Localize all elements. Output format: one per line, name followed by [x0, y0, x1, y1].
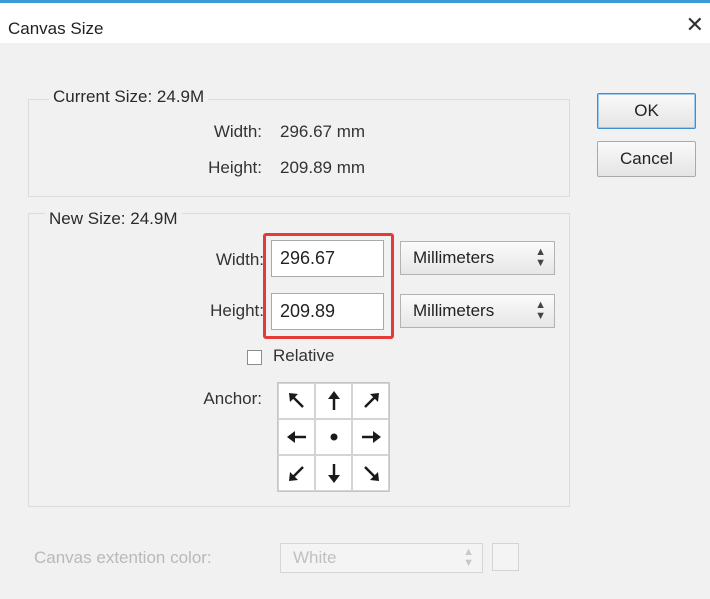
canvas-extension-color-select[interactable]: White ▲ ▼: [280, 543, 483, 573]
new-size-label: New Size: 24.9M: [45, 209, 182, 229]
relative-label[interactable]: Relative: [273, 346, 334, 366]
current-width-label: Width:: [213, 122, 262, 141]
current-height-value: 209.89 mm: [280, 158, 366, 177]
canvas-extension-color-value: White: [293, 548, 337, 567]
height-unit-select[interactable]: Millimeters ▲ ▼: [400, 294, 555, 328]
canvas-size-dialog: Canvas Size ✕ Current Size: 24.9M Width:…: [0, 0, 710, 599]
relative-checkbox[interactable]: [247, 350, 262, 365]
close-icon[interactable]: ✕: [686, 14, 704, 36]
arrow-down-icon[interactable]: [315, 455, 352, 491]
width-unit-label: Millimeters: [413, 248, 495, 267]
arrow-down-left-icon[interactable]: [278, 455, 315, 491]
width-unit-select[interactable]: Millimeters ▲ ▼: [400, 241, 555, 275]
updown-arrow-icon: ▲ ▼: [463, 546, 474, 569]
arrow-down-right-icon[interactable]: [352, 455, 389, 491]
anchor-label: Anchor:: [203, 389, 262, 408]
arrow-up-left-icon[interactable]: [278, 383, 315, 419]
anchor-grid[interactable]: [277, 382, 390, 492]
height-unit-label: Millimeters: [413, 301, 495, 320]
current-size-group: [28, 99, 570, 197]
new-width-label: Width:: [215, 250, 264, 269]
current-height-label: Height:: [208, 158, 262, 177]
color-swatch[interactable]: [492, 543, 519, 571]
cancel-button[interactable]: Cancel: [597, 141, 696, 177]
anchor-center-dot-icon[interactable]: [315, 419, 352, 455]
arrow-left-icon[interactable]: [278, 419, 315, 455]
canvas-extension-color-label: Canvas extention color:: [34, 548, 212, 567]
dialog-title: Canvas Size: [8, 19, 104, 38]
current-width-value: 296.67 mm: [280, 122, 366, 141]
ok-button[interactable]: OK: [597, 93, 696, 129]
updown-arrow-icon: ▲ ▼: [535, 299, 546, 322]
updown-arrow-icon: ▲ ▼: [535, 246, 546, 269]
arrow-up-icon[interactable]: [315, 383, 352, 419]
size-fields-highlight: [263, 233, 394, 339]
title-bar: Canvas Size ✕: [0, 3, 710, 43]
arrow-right-icon[interactable]: [352, 419, 389, 455]
arrow-up-right-icon[interactable]: [352, 383, 389, 419]
new-height-label: Height:: [210, 301, 264, 320]
current-size-label: Current Size: 24.9M: [49, 87, 209, 107]
